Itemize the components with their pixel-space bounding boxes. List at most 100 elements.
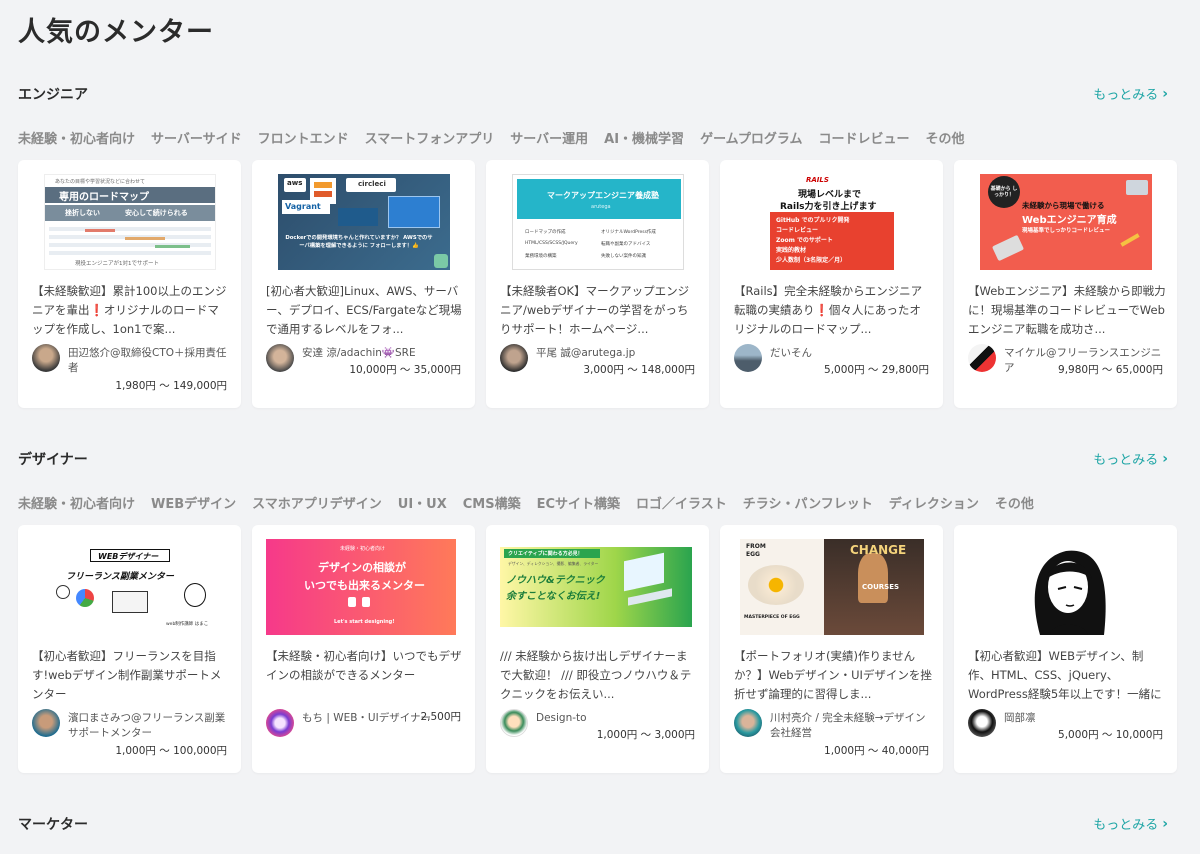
thumb-text: GitHub でのプルリク開発 xyxy=(776,217,850,224)
price: 9,980円 〜 65,000円 xyxy=(1058,364,1163,376)
more-label: もっとみる xyxy=(1093,88,1159,103)
chevron-right-icon: › xyxy=(1162,85,1168,102)
card-thumbnail: aws circleci Vagrant Dockerでの開発環境ちゃんと作れて… xyxy=(278,174,450,270)
thumb-text: マークアップエンジニア養成塾 xyxy=(547,191,659,200)
thumb-text: あなたの目標や学習状況などに合わせて xyxy=(55,179,146,185)
category-tab[interactable]: ゲームプログラム xyxy=(700,128,802,147)
avatar xyxy=(500,709,528,737)
category-tab[interactable]: チラシ・パンフレット xyxy=(743,493,873,512)
price: 5,000円 〜 10,000円 xyxy=(1058,729,1163,741)
section-designer: デザイナー もっとみる › 未経験・初心者向け WEBデザイン スマホアプリデザイ… xyxy=(0,449,1200,789)
mentor-card[interactable]: FROM EGG MASTERPIECE OF EGG CHANGE COURS… xyxy=(720,525,943,773)
thumb-text: デザイン、ディレクション、撮影、編集者、ライター xyxy=(508,561,599,566)
mentor-card[interactable]: 基礎から しっかり！ 未経験から現場で働ける Webエンジニア育成 現場基準でし… xyxy=(954,160,1177,408)
thumb-text: Let's start designing! xyxy=(334,619,395,625)
category-tab[interactable]: UI・UX xyxy=(398,493,447,512)
more-label: もっとみる xyxy=(1093,453,1159,468)
thumb-text: フリーランス副業メンター xyxy=(66,572,174,582)
category-tab[interactable]: サーバー運用 xyxy=(510,128,588,147)
category-tab[interactable]: WEBデザイン xyxy=(151,493,236,512)
mentor-card[interactable]: RAILS 現場レベルまで Rails力を引き上げます GitHub でのプルリ… xyxy=(720,160,943,408)
thumb-text: 余すことなくお伝え! xyxy=(506,591,601,602)
thumb-text: コードレビュー xyxy=(776,227,819,234)
category-tab[interactable]: ディレクション xyxy=(889,493,979,512)
thumb-text: arutega xyxy=(591,204,611,210)
category-tab[interactable]: 未経験・初心者向け xyxy=(18,493,135,512)
mentor-card[interactable]: あなたの目標や学習状況などに合わせて 専用のロードマップ 挫折しない 安心して続… xyxy=(18,160,241,408)
card-description: 【初心者歓迎】WEBデザイン、制作、HTML、CSS、jQuery、WordPr… xyxy=(968,649,1162,701)
more-link[interactable]: もっとみる › xyxy=(1093,814,1168,834)
thumb-text: circleci xyxy=(358,180,386,188)
card-row: WEBデザイナー フリーランス副業メンター web制作講師 はまこ 【初心者歓迎… xyxy=(18,525,1177,773)
price: 1,000円 〜 100,000円 xyxy=(115,745,227,757)
category-tabs: 未経験・初心者向け サーバーサイド フロントエンド スマートフォンアプリ サーバ… xyxy=(18,128,965,147)
card-description: 【未経験者OK】マークアップエンジニア/webデザイナーの学習をがっちりサポート… xyxy=(500,284,690,336)
thumb-text: EGG xyxy=(746,551,760,558)
page-title: 人気のメンター xyxy=(18,17,214,48)
category-tab[interactable]: CMS構築 xyxy=(463,493,521,512)
card-thumbnail: 基礎から しっかり！ 未経験から現場で働ける Webエンジニア育成 現場基準でし… xyxy=(980,174,1152,270)
thumb-text: 現場基準でしっかりコードレビュー xyxy=(1022,228,1111,234)
mentor-card[interactable]: aws circleci Vagrant Dockerでの開発環境ちゃんと作れて… xyxy=(252,160,475,408)
price: 3,000円 〜 148,000円 xyxy=(583,364,695,376)
thumb-text: RAILS xyxy=(806,176,829,184)
price: 1,980円 〜 149,000円 xyxy=(115,380,227,392)
thumb-text: aws xyxy=(287,179,303,187)
card-thumbnail: 未経験・初心者向け デザインの相談が いつでも出来るメンター Let's sta… xyxy=(266,539,456,635)
thumb-text: web制作講師 はまこ xyxy=(166,622,209,627)
card-thumbnail: RAILS 現場レベルまで Rails力を引き上げます GitHub でのプルリ… xyxy=(746,174,918,270)
thumb-text: Rails力を引き上げます xyxy=(780,202,877,212)
avatar xyxy=(32,709,60,737)
category-tab[interactable]: AI・機械学習 xyxy=(604,128,684,147)
more-link[interactable]: もっとみる › xyxy=(1093,449,1168,469)
thumb-text: いつでも出来るメンター xyxy=(304,579,425,592)
more-link[interactable]: もっとみる › xyxy=(1093,84,1168,104)
thumb-text: 業務環境の構築 xyxy=(525,254,557,259)
mentor-name: 平尾 誠@arutega.jp xyxy=(536,347,636,359)
section-marketer: マーケター もっとみる › xyxy=(0,814,1200,854)
section-title: デザイナー xyxy=(18,452,88,468)
card-thumbnail: FROM EGG MASTERPIECE OF EGG CHANGE COURS… xyxy=(740,539,924,635)
thumb-text: Webエンジニア育成 xyxy=(1022,215,1117,226)
category-tab[interactable]: 未経験・初心者向け xyxy=(18,128,135,147)
thumb-text: HTML/CSS/SCSS/JQuery xyxy=(525,241,578,246)
thumb-text: CHANGE xyxy=(850,543,907,557)
price: 2,500円 xyxy=(420,711,461,723)
category-tab[interactable]: フロントエンド xyxy=(258,128,349,147)
mentor-info: 川村亮介 / 完全未経験→デザイン会社経営 xyxy=(734,709,934,741)
thumb-text: FROM xyxy=(746,543,766,550)
thumb-text: 失敗しない案件の知識 xyxy=(601,254,646,259)
mentor-card[interactable]: クリエイティブに関わる方必見！ デザイン、ディレクション、撮影、編集者、ライター… xyxy=(486,525,709,773)
mentor-card[interactable]: 【初心者歓迎】WEBデザイン、制作、HTML、CSS、jQuery、WordPr… xyxy=(954,525,1177,773)
more-label: もっとみる xyxy=(1093,818,1159,833)
avatar xyxy=(500,344,528,372)
category-tab[interactable]: コードレビュー xyxy=(819,128,910,147)
mentor-card[interactable]: WEBデザイナー フリーランス副業メンター web制作講師 はまこ 【初心者歓迎… xyxy=(18,525,241,773)
mentor-name: だいそん xyxy=(770,347,812,359)
thumb-text: 少人数制（3名限定／月） xyxy=(776,257,847,264)
thumb-text: 転職や副業のアドバイス xyxy=(601,242,651,247)
thumb-text: WEBデザイナー xyxy=(98,552,159,561)
category-tab[interactable]: ロゴ／イラスト xyxy=(636,493,727,512)
mentor-name: 田辺悠介@取締役CTO＋採用責任者 xyxy=(68,347,227,374)
thumb-text: オリジナルWordPress作成 xyxy=(601,230,656,235)
category-tab[interactable]: スマホアプリデザイン xyxy=(252,493,382,512)
mentor-card[interactable]: 未経験・初心者向け デザインの相談が いつでも出来るメンター Let's sta… xyxy=(252,525,475,773)
category-tab[interactable]: その他 xyxy=(926,128,965,147)
mentor-name: 濱口まさみつ@フリーランス副業サポートメンター xyxy=(68,712,226,739)
category-tab[interactable]: スマートフォンアプリ xyxy=(365,128,495,147)
category-tab[interactable]: ECサイト構築 xyxy=(537,493,620,512)
card-description: 【未経験歓迎】累計100以上のエンジニアを輩出❗️オリジナルのロードマップを作成… xyxy=(32,284,227,336)
card-row: あなたの目標や学習状況などに合わせて 専用のロードマップ 挫折しない 安心して続… xyxy=(18,160,1177,408)
price: 5,000円 〜 29,800円 xyxy=(824,364,929,376)
mentor-name: もち | WEB・UIデザイナー xyxy=(302,712,432,724)
category-tab[interactable]: サーバーサイド xyxy=(151,128,242,147)
card-thumbnail xyxy=(980,539,1152,635)
mentor-card[interactable]: マークアップエンジニア養成塾 arutega ロードマップの作成 オリジナルWo… xyxy=(486,160,709,408)
price: 1,000円 〜 3,000円 xyxy=(596,729,695,741)
card-thumbnail: クリエイティブに関わる方必見！ デザイン、ディレクション、撮影、編集者、ライター… xyxy=(500,547,692,627)
section-title: マーケター xyxy=(18,817,88,833)
thumb-text: デザインの相談が xyxy=(318,561,406,574)
category-tab[interactable]: その他 xyxy=(995,493,1034,512)
thumb-text: クリエイティブに関わる方必見！ xyxy=(508,551,583,557)
